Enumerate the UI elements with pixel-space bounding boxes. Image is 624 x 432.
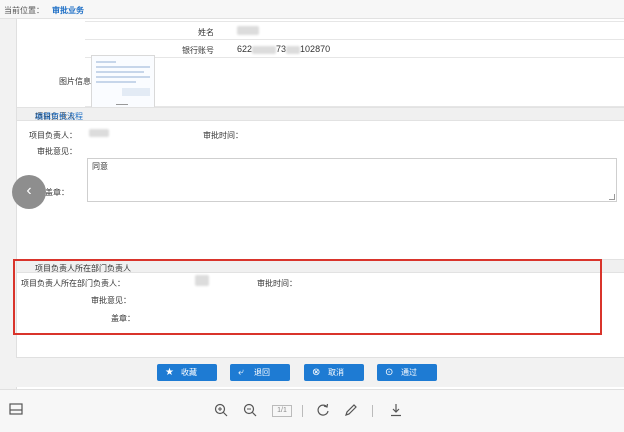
highlight-box — [13, 259, 602, 335]
pencil-icon[interactable] — [344, 403, 358, 420]
seal-label: 盖章： — [45, 188, 69, 197]
approve-button[interactable]: ⊙ 通过 — [377, 364, 437, 381]
viewer-toolbar: 1/1 — [0, 389, 624, 432]
check-circle-icon: ⊙ — [385, 367, 394, 378]
action-bar: ★ 收藏 ⤶ 退回 ⊗ 取消 ⊙ 通过 — [16, 357, 624, 387]
project-leader-value — [89, 128, 109, 137]
zoom-out-icon[interactable] — [243, 403, 257, 420]
image-row — [85, 57, 624, 107]
toolbar-divider — [372, 405, 373, 417]
cancel-button[interactable]: ⊗ 取消 — [304, 364, 364, 381]
approval-opinion-label: 审批意见： — [37, 147, 77, 156]
reject-button[interactable]: ⤶ 退回 — [230, 364, 290, 381]
name-row: 姓名 — [85, 21, 624, 39]
section-project-leader-header: 项目负责人 编辑审批流程 — [17, 107, 624, 121]
breadcrumb-current[interactable]: 审批业务 — [52, 5, 84, 16]
favorite-button[interactable]: ★ 收藏 — [157, 364, 217, 381]
resize-handle[interactable] — [609, 194, 615, 200]
name-value — [237, 26, 259, 36]
rotate-icon[interactable] — [316, 403, 330, 420]
zoom-in-icon[interactable] — [214, 403, 228, 420]
bank-value: 622 73 102870 — [237, 44, 331, 54]
chevron-left-icon[interactable]: ‹ — [12, 175, 46, 209]
image-thumbnail[interactable] — [91, 55, 155, 115]
download-icon[interactable] — [389, 403, 403, 420]
breadcrumb-bar: 当前位置： 审批业务 — [0, 0, 624, 19]
bank-row: 银行账号 622 73 102870 — [85, 39, 624, 57]
page-indicator: 1/1 — [272, 405, 292, 417]
name-label: 姓名 — [198, 28, 214, 37]
location-label: 当前位置： — [4, 6, 44, 15]
sidebar-toggle-icon[interactable] — [9, 403, 23, 418]
project-leader-label: 项目负责人： — [29, 131, 77, 140]
approval-opinion-text: 同意 — [92, 162, 108, 171]
edit-approval-flow-link[interactable]: 编辑审批流程 — [35, 111, 612, 122]
image-label: 图片信息 — [59, 77, 91, 86]
approval-time-label: 审批时间： — [203, 131, 243, 140]
star-icon: ★ — [165, 367, 174, 378]
return-arrow-icon: ⤶ — [238, 367, 244, 378]
toolbar-divider — [302, 405, 303, 417]
cancel-circle-icon: ⊗ — [312, 367, 321, 378]
approval-opinion-textarea[interactable]: 同意 — [87, 158, 617, 202]
